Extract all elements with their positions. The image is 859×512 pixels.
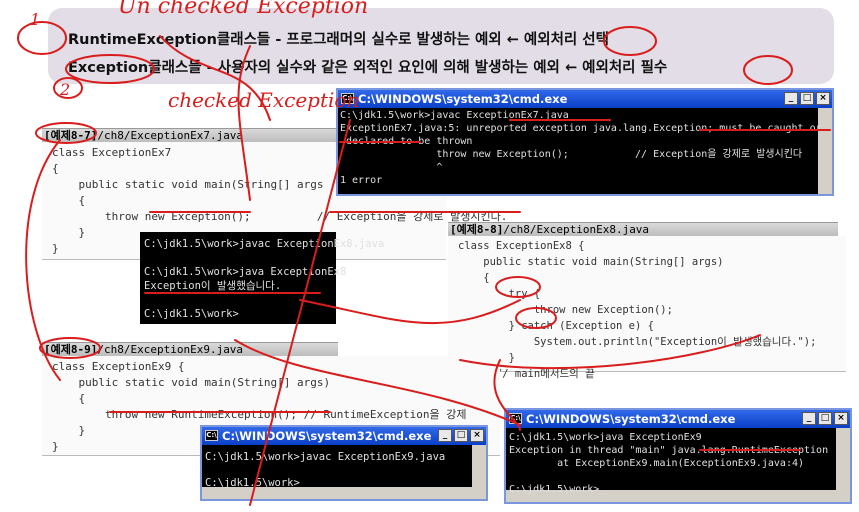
circle-choice [603,26,657,56]
circle-try [495,276,541,298]
circle-num2 [53,77,83,99]
annotation-strokes [17,21,831,506]
circle-num1 [17,21,67,55]
line-cmd7 [249,119,351,506]
circle-ex7-label [35,122,97,144]
arrow-runtime [159,35,271,121]
circle-catch [515,307,557,329]
circle-ex9-label [39,337,101,359]
circle-exception-term [65,54,155,84]
underline-println [459,334,761,370]
circle-required [743,55,793,85]
line-checked [237,45,251,201]
arrow-output8 [299,299,521,325]
